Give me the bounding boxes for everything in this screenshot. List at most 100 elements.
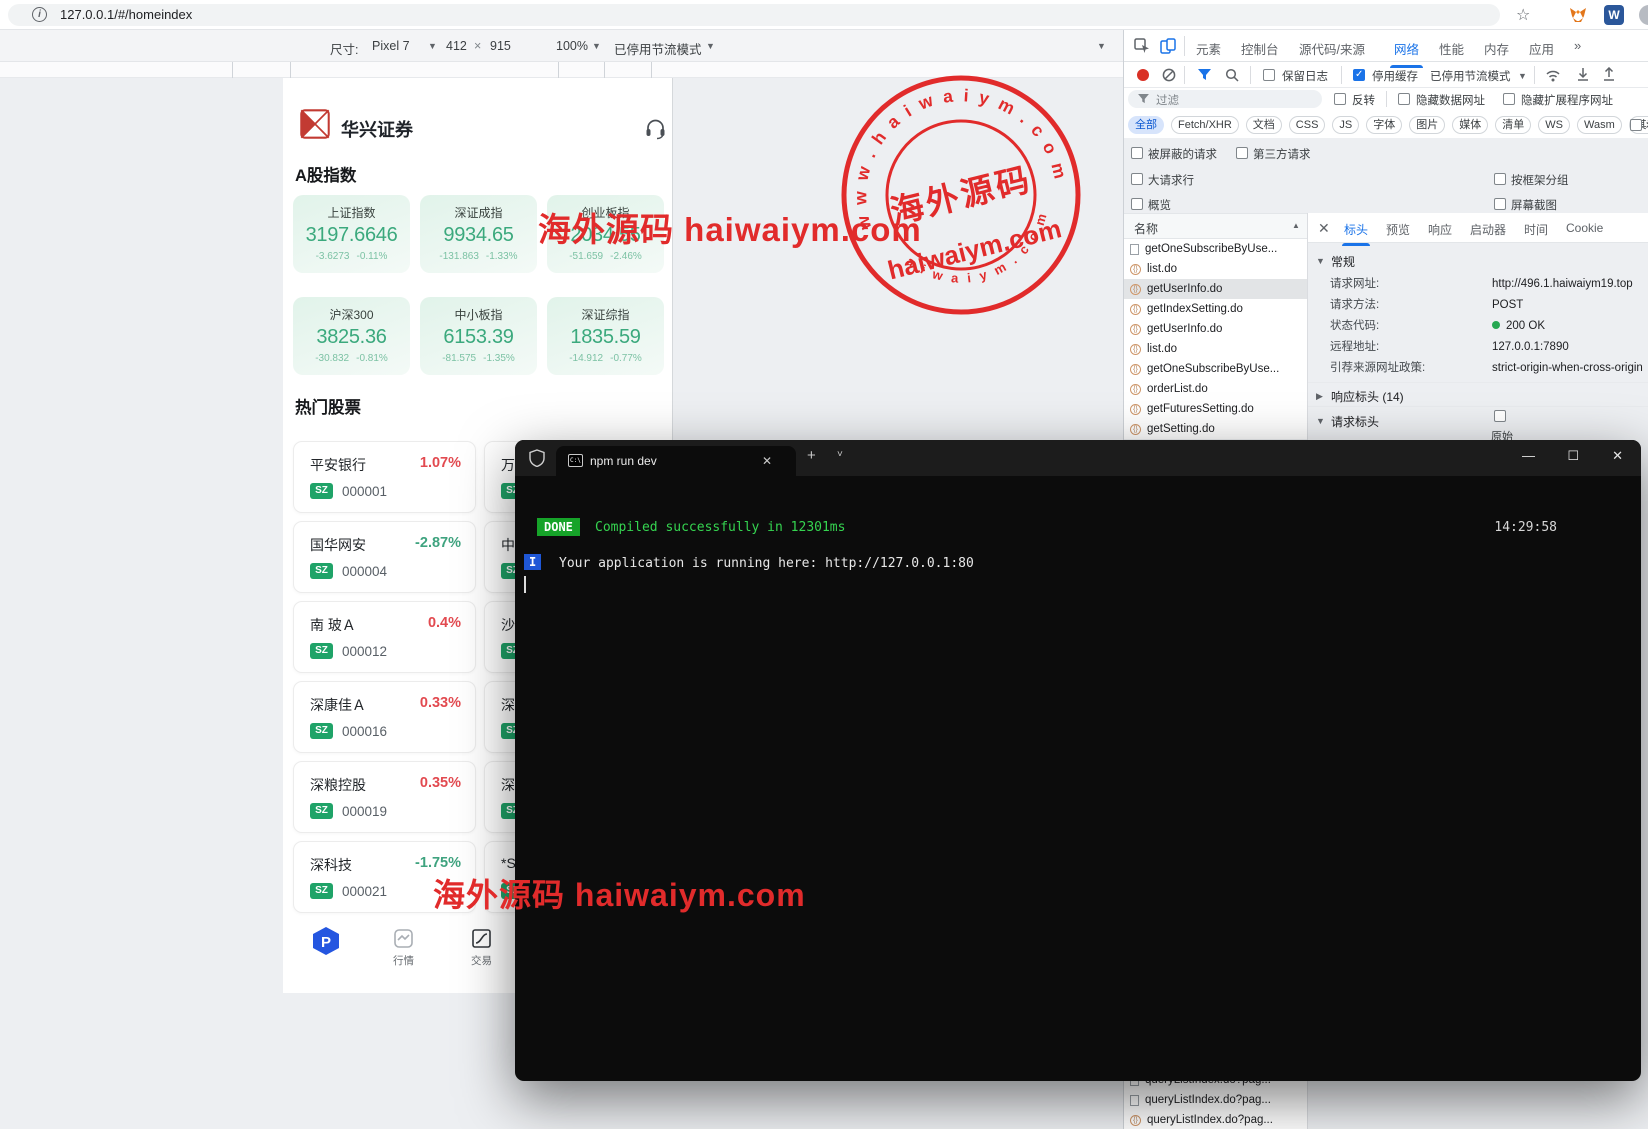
close-window-icon[interactable]: ✕ [1612,448,1623,464]
site-info-icon[interactable]: i [32,7,47,22]
nav-quotes-label[interactable]: 行情 [393,953,414,968]
resource-type-chip[interactable]: WS [1538,116,1570,134]
request-headers-label[interactable]: 请求标头 [1331,413,1379,430]
stock-card[interactable]: 国华网安 -2.87% SZ 000004 [293,521,476,593]
devtools-tab[interactable]: 源代码/来源 [1299,39,1365,58]
blocked-requests-checkbox[interactable] [1131,147,1143,159]
throttling-select[interactable]: 已停用节流模式 [1430,68,1511,84]
close-tab-icon[interactable]: ✕ [762,454,772,468]
tab-dropdown-icon[interactable]: ˅ [837,449,843,460]
hide-data-urls-checkbox[interactable] [1398,93,1410,105]
devtools-tab[interactable]: 控制台 [1241,39,1279,58]
request-row[interactable]: getOneSubscribeByUse... [1124,359,1307,379]
hide-extension-urls-label[interactable]: 隐藏扩展程序网址 [1521,92,1613,108]
hide-extension-urls-checkbox[interactable] [1503,93,1515,105]
throttle-caret-icon[interactable]: ▼ [706,41,715,51]
word-extension-icon[interactable]: W [1604,5,1624,25]
request-row[interactable]: list.do [1124,259,1307,279]
bookmark-star-icon[interactable]: ☆ [1516,5,1530,25]
screenshots-checkbox[interactable] [1494,198,1506,210]
overview-checkbox[interactable] [1131,198,1143,210]
big-request-rows-label[interactable]: 大请求行 [1148,172,1194,188]
record-network-log-icon[interactable] [1137,69,1149,81]
metamask-extension-icon[interactable] [1568,5,1588,25]
toolbar-more-caret-icon[interactable]: ▼ [1097,41,1106,51]
name-column-header[interactable]: 名称 ▲ [1124,213,1307,239]
preserve-log-checkbox[interactable] [1263,69,1275,81]
terminal-window[interactable]: npm run dev ✕ + ˅ — ☐ ✕ DONE Compiled su… [515,440,1641,1081]
viewport-height[interactable]: 915 [490,39,511,53]
third-party-label[interactable]: 第三方请求 [1253,146,1311,162]
request-row[interactable]: list.do [1124,339,1307,359]
maximize-icon[interactable]: ☐ [1567,448,1579,464]
terminal-tab[interactable]: npm run dev ✕ [556,446,796,476]
resource-type-chip[interactable]: 文档 [1246,116,1282,134]
zoom-caret-icon[interactable]: ▼ [592,41,601,51]
search-icon[interactable] [1225,68,1239,82]
resource-type-chip[interactable]: CSS [1289,116,1326,134]
request-row[interactable]: getFuturesSetting.do [1124,399,1307,419]
detail-tab[interactable]: Cookie [1566,221,1603,235]
request-row[interactable]: getUserInfo.do [1124,279,1307,299]
request-row[interactable]: orderList.do [1124,379,1307,399]
third-party-checkbox[interactable] [1236,147,1248,159]
stock-card[interactable]: 南 玻Ａ 0.4% SZ 000012 [293,601,476,673]
close-details-icon[interactable]: ✕ [1318,220,1330,237]
overview-label[interactable]: 概览 [1148,197,1171,213]
filter-input[interactable]: 过滤 [1128,90,1322,108]
resource-type-chip[interactable]: 全部 [1128,116,1164,134]
devtools-tab[interactable]: 应用 [1529,39,1554,58]
terminal-title-bar[interactable]: npm run dev ✕ + ˅ — ☐ ✕ [515,440,1641,476]
throttling-caret-icon[interactable]: ▼ [1518,71,1527,81]
device-caret-icon[interactable]: ▼ [428,41,437,51]
devtools-tab[interactable]: 性能 [1439,39,1464,58]
resource-type-chip[interactable]: 字体 [1366,116,1402,134]
request-row[interactable]: queryListIndex.do?pag... [1124,1110,1307,1129]
index-card[interactable]: 沪深300 3825.36 -30.832 -0.81% [293,297,410,375]
blocked-requests-label[interactable]: 被屏蔽的请求 [1148,146,1217,162]
resource-type-chip[interactable]: 清单 [1495,116,1531,134]
terminal-output[interactable]: DONE Compiled successfully in 12301ms 14… [515,476,1641,1081]
address-bar[interactable] [8,4,1500,26]
zoom-select[interactable]: 100% [556,39,588,53]
detail-tab[interactable]: 启动器 [1470,221,1506,238]
general-collapse-icon[interactable]: ▼ [1316,256,1325,266]
disable-cache-checkbox[interactable] [1353,69,1365,81]
network-conditions-icon[interactable] [1545,68,1561,82]
clipped-extension-icon[interactable] [1639,5,1648,25]
hide-data-urls-label[interactable]: 隐藏数据网址 [1416,92,1485,108]
index-card[interactable]: 创业板指 2034.55 -51.659 -2.46% [547,195,664,273]
nav-quotes-icon[interactable] [394,929,413,948]
detail-tab[interactable]: 预览 [1386,221,1410,238]
stock-card[interactable]: 深粮控股 0.35% SZ 000019 [293,761,476,833]
stock-card[interactable]: 深科技 -1.75% SZ 000021 [293,841,476,913]
disable-cache-label[interactable]: 停用缓存 [1372,68,1418,84]
preserve-log-label[interactable]: 保留日志 [1282,68,1328,84]
viewport-width[interactable]: 412 [446,39,467,53]
general-section-label[interactable]: 常规 [1331,253,1355,270]
invert-checkbox[interactable] [1334,93,1346,105]
resource-type-chip[interactable]: Fetch/XHR [1171,116,1239,134]
resource-type-chip[interactable]: Wasm [1577,116,1622,134]
request-row[interactable]: queryListIndex.do?pag... [1124,1090,1307,1110]
nav-trade-label[interactable]: 交易 [471,953,492,968]
minimize-icon[interactable]: — [1522,448,1535,463]
url-text[interactable]: 127.0.0.1/#/homeindex [60,7,192,22]
export-har-icon[interactable] [1602,67,1616,83]
resource-type-chip[interactable]: 图片 [1409,116,1445,134]
index-card[interactable]: 中小板指 6153.39 -81.575 -1.35% [420,297,537,375]
response-headers-label[interactable]: 响应标头 (14) [1331,388,1404,405]
device-select[interactable]: Pixel 7 [372,39,410,53]
detail-tab[interactable]: 标头 [1344,221,1368,238]
inspect-element-icon[interactable] [1134,38,1150,54]
request-row[interactable]: getSetting.do [1124,419,1307,439]
devtools-tab[interactable]: 内存 [1484,39,1509,58]
group-by-frame-checkbox[interactable] [1494,173,1506,185]
more-tabs-chevron[interactable]: » [1574,38,1581,53]
resource-type-chip[interactable]: JS [1332,116,1359,134]
detail-tab[interactable]: 响应 [1428,221,1452,238]
group-by-frame-label[interactable]: 按框架分组 [1511,172,1569,188]
customer-service-icon[interactable] [644,117,667,140]
request-row[interactable]: getOneSubscribeByUse... [1124,239,1307,259]
detail-tab[interactable]: 时间 [1524,221,1548,238]
